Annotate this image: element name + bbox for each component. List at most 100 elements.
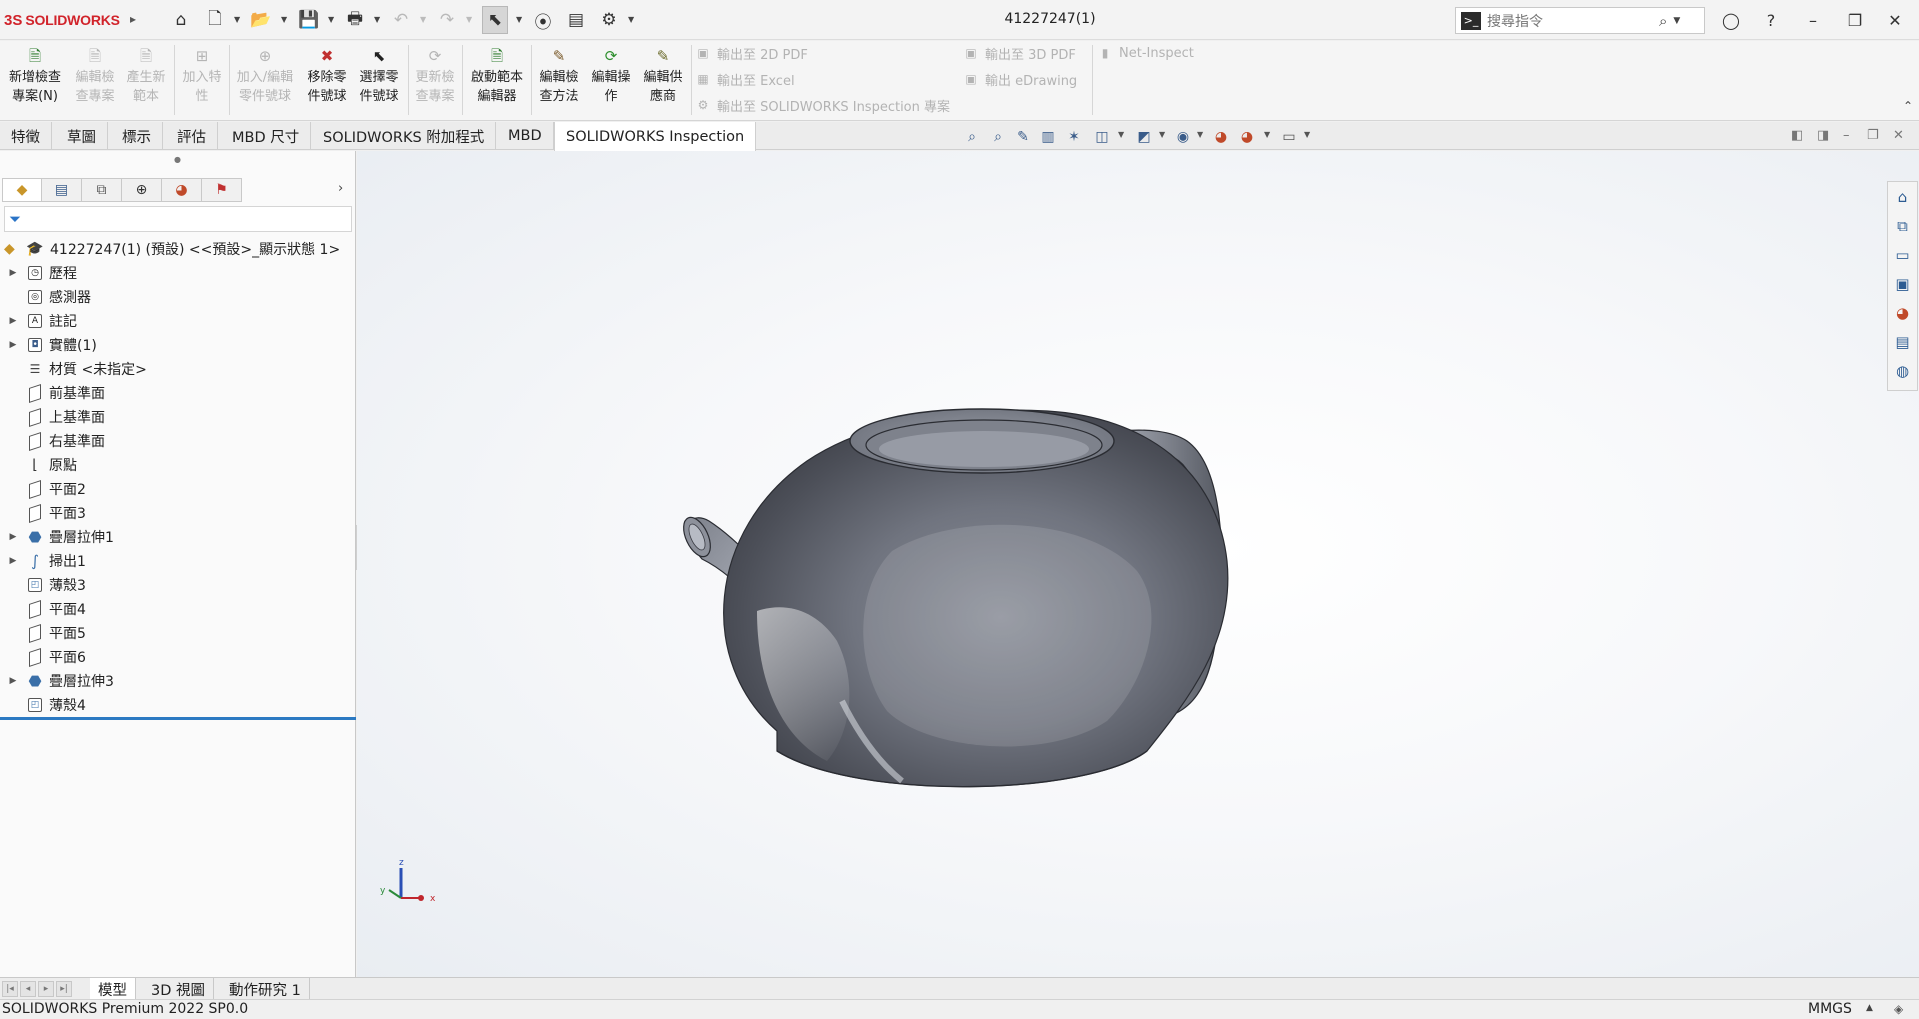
export-edrawing-button[interactable]: ▣ 輸出 eDrawing	[963, 69, 1077, 89]
view-orientation-dropdown-icon[interactable]: ▼	[1118, 130, 1124, 139]
expand-icon[interactable]: ▶	[6, 532, 20, 542]
view-settings-icon[interactable]: ▭	[1278, 127, 1300, 147]
options-gear-icon[interactable]: ⚙	[596, 6, 622, 34]
options-dropdown-icon[interactable]: ▼	[628, 15, 634, 24]
edit-inspection-project-button[interactable]: 🗎 編輯檢 查專案	[70, 43, 120, 115]
tree-item-shell3[interactable]: ◰ 薄殼3	[0, 573, 356, 597]
new-dropdown-icon[interactable]: ▼	[234, 15, 240, 24]
viewport-minimize-icon[interactable]: –	[1843, 128, 1850, 143]
viewport-restore-icon[interactable]: ❐	[1867, 128, 1879, 143]
update-project-button[interactable]: ⟳ 更新檢 查專案	[411, 43, 459, 115]
rollback-bar[interactable]	[0, 717, 356, 720]
previous-view-icon[interactable]: ✎	[1012, 127, 1034, 147]
expand-icon[interactable]: ▶	[6, 676, 20, 686]
file-properties-icon[interactable]: ▤	[563, 6, 589, 34]
tab-markup[interactable]: 標示	[111, 122, 163, 150]
tree-item-history[interactable]: ▶ ◷ 歷程	[0, 261, 356, 285]
print-dropdown-icon[interactable]: ▼	[374, 15, 380, 24]
print-icon[interactable]: 🖶	[342, 6, 368, 34]
tree-item-plane3[interactable]: 平面3	[0, 501, 356, 525]
tab-mbd-dimensions[interactable]: MBD 尺寸	[221, 122, 312, 150]
next-tab-icon[interactable]: ▸	[38, 981, 54, 997]
tree-item-top-plane[interactable]: 上基準面	[0, 405, 356, 429]
export-2d-pdf-button[interactable]: ▣ 輸出至 2D PDF	[695, 43, 808, 63]
remove-balloon-button[interactable]: ✖ 移除零 件號球	[302, 43, 352, 115]
display-manager-tab-icon[interactable]: ◕	[162, 178, 202, 202]
user-account-icon[interactable]: ◯	[1716, 6, 1746, 34]
panel-more-icon[interactable]: ›	[338, 181, 343, 196]
feature-manager-tab-icon[interactable]: ◆	[2, 178, 42, 202]
custom-properties-icon[interactable]: ▤	[1888, 327, 1917, 356]
display-style-dropdown-icon[interactable]: ▼	[1159, 130, 1165, 139]
redo-icon[interactable]: ↷	[434, 6, 460, 34]
minimize-icon[interactable]: –	[1798, 6, 1828, 34]
search-dropdown-icon[interactable]: ▼	[1673, 16, 1680, 26]
viewport-tile-right-icon[interactable]: ◨	[1817, 128, 1829, 143]
tab-features[interactable]: 特徵	[0, 122, 52, 150]
view-palette-icon[interactable]: ▣	[1888, 269, 1917, 298]
select-dropdown-icon[interactable]: ▼	[516, 15, 522, 24]
tree-root[interactable]: ◆ 🎓 41227247(1) (預設) <<預設>_顯示狀態 1>	[0, 237, 356, 261]
apply-scene-dropdown-icon[interactable]: ▼	[1264, 130, 1270, 139]
panel-grip-icon[interactable]: ●	[174, 155, 181, 164]
restore-icon[interactable]: ❐	[1840, 6, 1870, 34]
bottom-tab-model[interactable]: 模型	[90, 978, 136, 1000]
solidworks-logo[interactable]: 3S SOLIDWORKS	[4, 8, 120, 32]
tree-item-plane5[interactable]: 平面5	[0, 621, 356, 645]
units-selector[interactable]: MMGS	[1808, 1001, 1852, 1017]
open-folder-icon[interactable]: 📂	[248, 6, 274, 34]
hide-show-items-icon[interactable]: ◉	[1172, 127, 1194, 147]
tree-item-plane2[interactable]: 平面2	[0, 477, 356, 501]
configuration-manager-tab-icon[interactable]: ⧉	[82, 178, 122, 202]
expand-icon[interactable]: ▶	[6, 268, 20, 278]
tab-addins[interactable]: SOLIDWORKS 附加程式	[312, 122, 497, 150]
section-view-icon[interactable]: ▥	[1037, 127, 1059, 147]
tree-filter[interactable]: ⏷	[4, 206, 352, 232]
new-inspection-project-button[interactable]: 🗎 新增檢查 專案(N)	[5, 43, 65, 115]
last-tab-icon[interactable]: ▸|	[56, 981, 72, 997]
dynamic-annotation-icon[interactable]: ✶	[1063, 127, 1085, 147]
tree-item-plane4[interactable]: 平面4	[0, 597, 356, 621]
apply-scene-icon[interactable]: ◕	[1236, 127, 1258, 147]
zoom-to-area-icon[interactable]: ⌕	[987, 127, 1009, 147]
select-balloon-button[interactable]: ⬉ 選擇零 件號球	[354, 43, 404, 115]
property-manager-tab-icon[interactable]: ▤	[42, 178, 82, 202]
collapse-ribbon-icon[interactable]: ⌃	[1903, 99, 1913, 113]
first-tab-icon[interactable]: |◂	[2, 981, 18, 997]
edit-method-button[interactable]: ✎ 編輯檢 查方法	[535, 43, 583, 115]
tree-item-sensors[interactable]: ◎ 感測器	[0, 285, 356, 309]
open-dropdown-icon[interactable]: ▼	[281, 15, 287, 24]
tree-item-plane6[interactable]: 平面6	[0, 645, 356, 669]
edit-operation-button[interactable]: ⟳ 編輯操 作	[587, 43, 635, 115]
view-orientation-icon[interactable]: ◫	[1091, 127, 1113, 147]
viewport-tile-left-icon[interactable]: ◧	[1791, 128, 1803, 143]
view-settings-dropdown-icon[interactable]: ▼	[1304, 130, 1310, 139]
save-icon[interactable]: 💾	[296, 6, 322, 34]
expand-icon[interactable]: ▶	[6, 556, 20, 566]
add-edit-balloon-button[interactable]: ⊕ 加入/編輯 零件號球	[232, 43, 298, 115]
template-editor-button[interactable]: 🗎 啟動範本 編輯器	[466, 43, 528, 115]
tree-item-annotations[interactable]: ▶ A 註記	[0, 309, 356, 333]
dimxpert-manager-tab-icon[interactable]: ⊕	[122, 178, 162, 202]
tag-icon[interactable]: ◈	[1894, 1002, 1903, 1016]
viewport-close-icon[interactable]: ✕	[1893, 128, 1904, 143]
net-inspect-button[interactable]: ▮ Net-Inspect	[1097, 43, 1194, 63]
solidworks-forum-icon[interactable]: ◍	[1888, 356, 1917, 385]
search-input[interactable]	[1487, 12, 1667, 29]
expand-icon[interactable]: ▶	[6, 316, 20, 326]
graphics-area[interactable]: z x y	[357, 151, 1919, 977]
cam-manager-tab-icon[interactable]: ⚑	[202, 178, 242, 202]
edit-appearance-icon[interactable]: ◕	[1210, 127, 1232, 147]
tree-item-right-plane[interactable]: 右基準面	[0, 429, 356, 453]
new-document-icon[interactable]: 🗋	[202, 6, 228, 34]
tree-item-loft1[interactable]: ▶ ⬣ 疊層拉伸1	[0, 525, 356, 549]
close-icon[interactable]: ✕	[1880, 6, 1910, 34]
export-inspection-button[interactable]: ⚙ 輸出至 SOLIDWORKS Inspection 專案	[695, 95, 950, 115]
export-excel-button[interactable]: ▦ 輸出至 Excel	[695, 69, 794, 89]
tab-mbd[interactable]: MBD	[497, 122, 554, 150]
expand-icon[interactable]: ▶	[6, 340, 20, 350]
save-dropdown-icon[interactable]: ▼	[328, 15, 334, 24]
tree-item-front-plane[interactable]: 前基準面	[0, 381, 356, 405]
tree-item-origin[interactable]: ⌊ 原點	[0, 453, 356, 477]
design-library-icon[interactable]: ⧉	[1888, 211, 1917, 240]
